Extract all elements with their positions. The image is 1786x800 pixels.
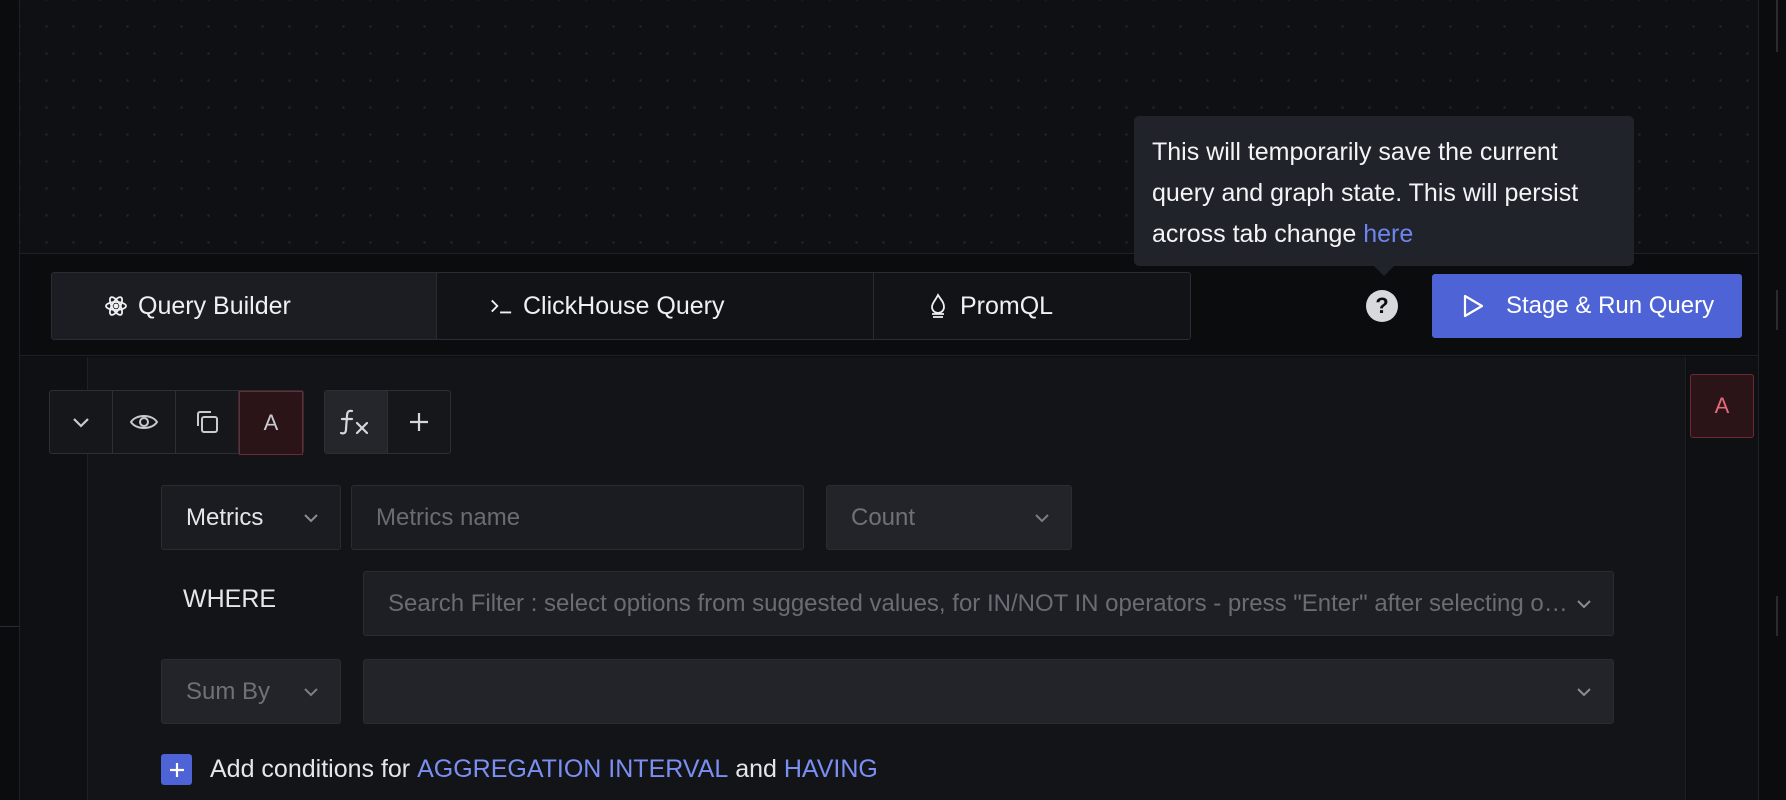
data-source-select[interactable]: Metrics [161,485,341,550]
copy-icon [197,411,218,433]
run-button-label: Stage & Run Query [1506,292,1715,319]
help-glyph: ? [1375,293,1389,318]
metric-name-placeholder: Metrics name [376,503,521,531]
query-type-tabs: Query Builder ClickHouse Query PromQL [51,272,1191,340]
right-edge-mark [1776,596,1778,636]
flame-icon [926,293,950,318]
atom-icon [104,294,128,318]
tooltip-arrow [1373,265,1395,276]
stage-tooltip: This will temporarily save the current q… [1134,116,1634,266]
query-index-letter: A [1714,393,1730,418]
terminal-icon [489,294,513,318]
aggregate-value: Count [851,503,916,531]
plus-icon [410,413,428,431]
collapse-button[interactable] [50,391,113,453]
chevron-down-icon [73,418,89,428]
add-formula-button[interactable] [325,391,388,453]
formula-actions [324,390,451,454]
query-letter: A [263,410,279,435]
tab-label: Query Builder [138,291,291,320]
right-divider [1758,0,1759,800]
right-edge-mark [1776,290,1778,330]
play-icon [1462,294,1484,318]
tab-query-builder[interactable]: Query Builder [52,273,437,339]
metric-name-input[interactable]: Metrics name [351,485,804,550]
add-conditions-and: and [728,755,784,783]
query-index-badge[interactable]: A [1690,374,1754,438]
add-conditions-prefix: Add conditions for [210,755,418,783]
query-letter-badge[interactable]: A [239,391,303,455]
add-conditions-row[interactable]: Add conditions for AGGREGATION INTERVAL … [161,754,878,785]
tab-clickhouse-query[interactable]: ClickHouse Query [437,273,874,339]
chevron-down-icon [1575,594,1593,613]
having-link[interactable]: HAVING [784,755,878,784]
tab-promql[interactable]: PromQL [874,273,1190,339]
help-icon[interactable]: ? [1366,290,1398,322]
search-filter-input[interactable]: Search Filter : select options from sugg… [363,571,1614,636]
chevron-down-icon [302,509,320,527]
toggle-visibility-button[interactable] [113,391,176,453]
tab-label: ClickHouse Query [523,291,725,320]
where-label: WHERE [183,585,277,613]
data-source-value: Metrics [186,503,264,531]
query-actions: A [49,390,304,455]
sum-by-select[interactable]: Sum By [161,659,341,724]
aggregate-operator-select[interactable]: Count [826,485,1072,550]
chevron-down-icon [1575,683,1593,701]
add-query-button[interactable] [388,391,450,453]
tab-label: PromQL [960,291,1054,320]
aggregation-interval-link[interactable]: AGGREGATION INTERVAL [417,755,728,784]
eye-icon [129,415,159,429]
left-edge-mark [0,626,19,627]
function-icon [339,409,369,435]
chevron-down-icon [302,683,320,701]
right-edge-mark [1776,0,1778,52]
sum-by-value: Sum By [186,677,271,705]
tooltip-here-link[interactable]: here [1363,220,1413,248]
plus-icon[interactable] [161,754,192,785]
group-by-select[interactable] [363,659,1614,724]
chevron-down-icon [1033,509,1051,527]
clone-query-button[interactable] [176,391,239,453]
filter-placeholder: Search Filter : select options from sugg… [388,589,1578,617]
stage-run-query-button[interactable]: Stage & Run Query [1432,274,1742,338]
